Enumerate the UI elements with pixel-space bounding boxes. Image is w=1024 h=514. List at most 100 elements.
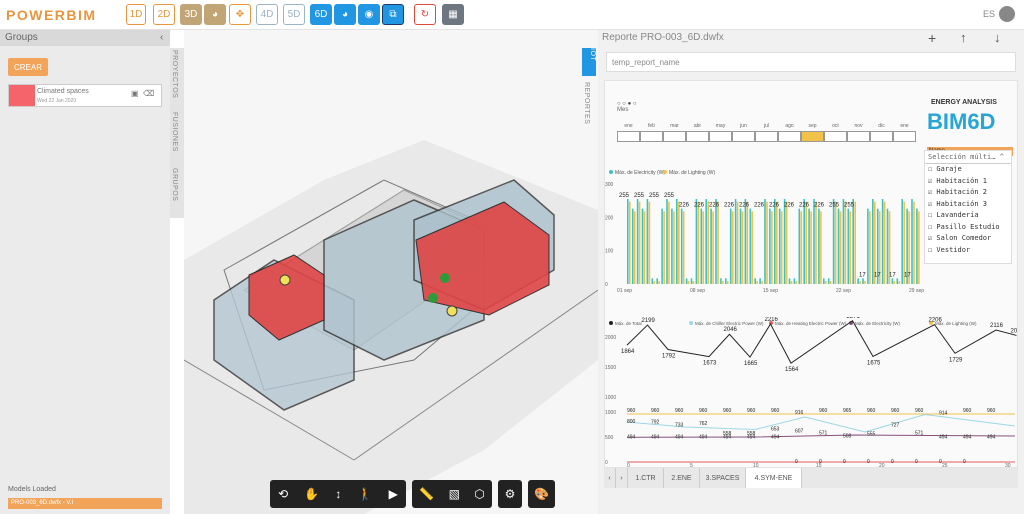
mode-5d-button[interactable]: 5D xyxy=(283,4,305,25)
pie-icon: ◕ xyxy=(211,9,219,20)
page-tab-4[interactable]: 4.SYM-ENE xyxy=(746,468,802,488)
month-label[interactable]: ago xyxy=(778,123,801,129)
language-label[interactable]: ES xyxy=(983,9,995,19)
month-label[interactable]: ene xyxy=(617,123,640,129)
space-filter-dropdown[interactable]: Selección múlti… ^ ☐ Garaje ☑ Habitación … xyxy=(924,150,1012,264)
month-cell[interactable] xyxy=(755,131,778,142)
month-label[interactable]: ene xyxy=(893,123,916,129)
filter-item[interactable]: ☐ Garaje xyxy=(925,164,1011,176)
walk-person-icon[interactable]: 🚶 xyxy=(358,487,373,501)
filter-item[interactable]: ☐ Vestidor xyxy=(925,245,1011,257)
month-label[interactable]: sep xyxy=(801,123,824,129)
group-item[interactable]: Climated spaces Wed 22 Jan 2020 ▣ ⌫ xyxy=(8,84,162,107)
reload-button[interactable]: ↻ xyxy=(414,4,436,25)
month-label[interactable]: dic xyxy=(870,123,893,129)
month-label[interactable]: feb xyxy=(640,123,663,129)
month-cell[interactable] xyxy=(732,131,755,142)
month-cell[interactable] xyxy=(640,131,663,142)
collapse-chevron-icon[interactable]: ‹ xyxy=(160,32,163,43)
data-label: 494 xyxy=(987,434,996,440)
palette-button[interactable]: 🎨 xyxy=(528,480,555,508)
trash-icon[interactable]: ⌫ xyxy=(143,89,154,98)
tab-grupos[interactable]: GRUPOS xyxy=(171,168,178,201)
add-icon[interactable]: + xyxy=(928,30,936,46)
arrow-up-icon[interactable]: ↑ xyxy=(960,30,967,45)
measure-icon[interactable]: 📏 xyxy=(419,487,434,501)
month-cell[interactable] xyxy=(847,131,870,142)
bar xyxy=(712,211,714,284)
export-button[interactable]: ⧉ xyxy=(382,4,404,25)
month-label[interactable]: mar xyxy=(663,123,686,129)
pie-view-button[interactable]: ◕ xyxy=(204,4,226,25)
data-label: 494 xyxy=(699,434,708,440)
section-icon[interactable]: ▧ xyxy=(449,487,460,501)
energy-title: ENERGY ANALYSIS xyxy=(931,99,997,106)
month-cell[interactable] xyxy=(870,131,893,142)
report-name-placeholder: temp_report_name xyxy=(612,58,680,67)
data-label: 0 xyxy=(843,459,846,465)
mode-1d-button[interactable]: 1D xyxy=(126,4,146,25)
selection-field[interactable]: Selección múlti… ^ xyxy=(925,151,1011,164)
3d-viewer[interactable] xyxy=(184,30,598,514)
bar xyxy=(913,201,915,284)
tab-fusiones[interactable]: FUSIONES xyxy=(171,112,178,152)
date-slider[interactable]: ○ ○ ● ○ Mes xyxy=(617,101,637,113)
month-label[interactable]: nov xyxy=(847,123,870,129)
crear-button[interactable]: CREAR xyxy=(8,58,48,76)
data-label: 0 xyxy=(891,459,894,465)
move-button[interactable]: ✥ xyxy=(229,4,251,25)
save-icon[interactable]: ▣ xyxy=(131,89,139,98)
month-cell[interactable] xyxy=(893,131,916,142)
month-cell[interactable] xyxy=(801,131,824,142)
energy-pie-button[interactable]: ◕ xyxy=(334,4,356,25)
prev-page-icon[interactable]: ‹ xyxy=(604,468,616,488)
bar xyxy=(859,281,861,284)
building-button[interactable]: ▦ xyxy=(442,4,464,25)
mode-3d-button[interactable]: 3D xyxy=(180,4,202,25)
mode-2d-button[interactable]: 2D xyxy=(153,4,175,25)
zoom-icon[interactable]: ↕ xyxy=(335,487,341,501)
page-tab-2[interactable]: 2.ENE xyxy=(664,468,700,488)
page-tab-3[interactable]: 3.SPACES xyxy=(700,468,746,488)
page-tab-1[interactable]: 1.CTR xyxy=(628,468,664,488)
month-cell[interactable] xyxy=(778,131,801,142)
data-label: 494 xyxy=(675,434,684,440)
next-page-icon[interactable]: › xyxy=(616,468,628,488)
arrow-down-icon[interactable]: ↓ xyxy=(994,30,1001,45)
tab-iot[interactable]: IOT xyxy=(582,48,596,76)
mode-6d-button[interactable]: 6D xyxy=(310,4,332,25)
refresh-icon: ↻ xyxy=(420,9,430,20)
settings-button[interactable]: ⚙ xyxy=(498,480,522,508)
orbit-icon[interactable]: ⟲ xyxy=(278,487,288,501)
filter-item[interactable]: ☐ Pasillo Estudio xyxy=(925,222,1011,234)
tab-reportes[interactable]: REPORTES xyxy=(583,82,590,124)
month-cell[interactable] xyxy=(617,131,640,142)
model-select[interactable]: PRO-003_6D.dwfx - V.I xyxy=(8,498,162,509)
month-cell[interactable] xyxy=(709,131,732,142)
month-label[interactable]: jul xyxy=(755,123,778,129)
month-cell[interactable] xyxy=(686,131,709,142)
camera-icon[interactable]: ▶ xyxy=(389,487,398,501)
filter-item[interactable]: ☑ Habitación 3 xyxy=(925,199,1011,211)
pan-hand-icon[interactable]: ✋ xyxy=(304,487,319,501)
group-date: Wed 22 Jan 2020 xyxy=(37,98,77,104)
month-label[interactable]: jun xyxy=(732,123,755,129)
month-label[interactable]: oct xyxy=(824,123,847,129)
month-cell[interactable] xyxy=(663,131,686,142)
data-label: 226 xyxy=(709,203,720,209)
legend-marker xyxy=(609,321,613,325)
target-button[interactable]: ◉ xyxy=(358,4,380,25)
report-name-input[interactable]: temp_report_name xyxy=(606,52,1016,72)
month-label[interactable]: abr xyxy=(686,123,709,129)
filter-item[interactable]: ☐ Lavandería xyxy=(925,210,1011,222)
tab-proyectos[interactable]: PROYECTOS xyxy=(171,50,178,98)
filter-item[interactable]: ☑ Habitación 1 xyxy=(925,176,1011,188)
explode-icon[interactable]: ⬡ xyxy=(474,487,484,501)
filter-item[interactable]: ☑ Habitación 2 xyxy=(925,187,1011,199)
month-slicer[interactable]: ene feb mar abr may jun jul ago sep oct nov dic ene xyxy=(617,123,917,145)
user-avatar-icon[interactable] xyxy=(999,6,1015,22)
month-cell[interactable] xyxy=(824,131,847,142)
mode-4d-button[interactable]: 4D xyxy=(256,4,278,25)
filter-item[interactable]: ☑ Salon Comedor xyxy=(925,233,1011,245)
month-label[interactable]: may xyxy=(709,123,732,129)
